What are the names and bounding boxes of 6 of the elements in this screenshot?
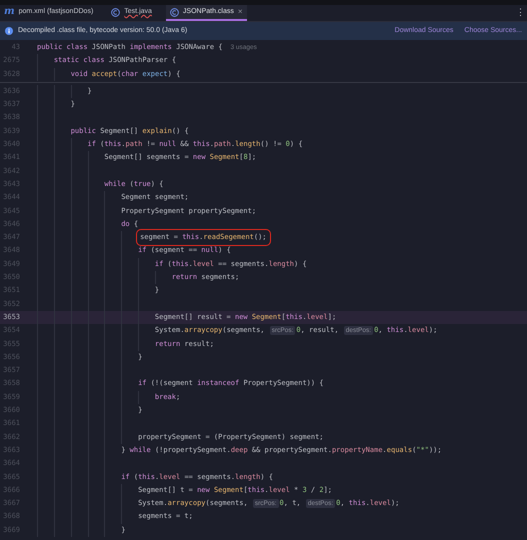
close-icon[interactable]: ×: [238, 6, 243, 18]
menu-icon[interactable]: ⋮: [516, 6, 527, 20]
maven-icon: m: [4, 7, 15, 17]
class-icon: [111, 8, 120, 16]
class-icon: [170, 8, 179, 16]
info-icon: [5, 27, 13, 35]
